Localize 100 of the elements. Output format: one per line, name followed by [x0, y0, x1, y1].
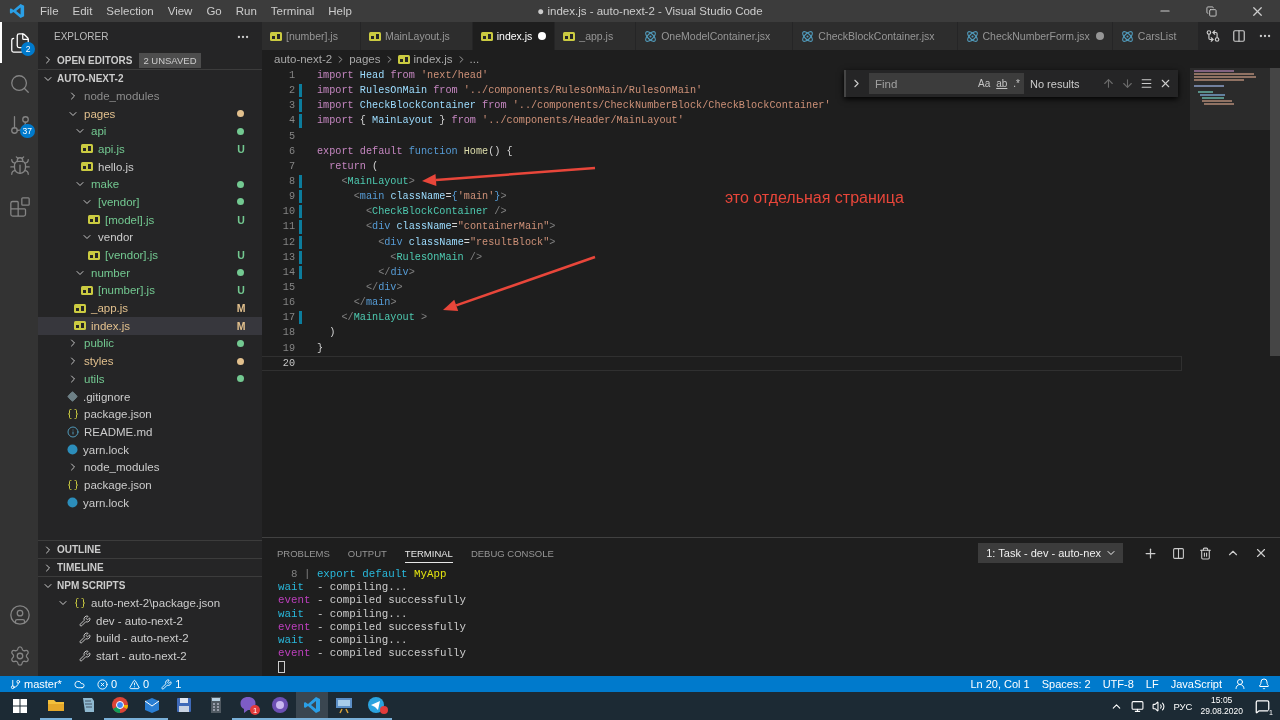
- tree-item[interactable]: yarn.lock: [38, 440, 262, 459]
- section-header[interactable]: AUTO-NEXT-2: [38, 69, 262, 87]
- tree-item[interactable]: dev - auto-next-2: [38, 611, 262, 630]
- tree-item[interactable]: yarn.lock: [38, 493, 262, 512]
- tree-item[interactable]: start - auto-next-2: [38, 647, 262, 665]
- new-terminal-button[interactable]: [1143, 545, 1158, 561]
- editor-tab[interactable]: CheckNumberForm.jsx: [957, 22, 1113, 50]
- line-number: 14: [281, 266, 295, 278]
- menu-item[interactable]: Run: [228, 5, 264, 17]
- sync-button[interactable]: [73, 678, 85, 690]
- menu-item[interactable]: Terminal: [263, 5, 322, 17]
- scrollbar-thumb[interactable]: [1270, 68, 1280, 356]
- tree-item[interactable]: [model].js U: [38, 210, 262, 229]
- language-indicator[interactable]: РУС: [1173, 700, 1193, 712]
- tasks-status[interactable]: 1: [161, 678, 182, 690]
- wrench-icon: [79, 614, 91, 627]
- editor-tab[interactable]: [number].js: [262, 22, 361, 50]
- status-item[interactable]: LF: [1145, 678, 1159, 690]
- menu-item[interactable]: View: [160, 5, 200, 17]
- status-item[interactable]: UTF-8: [1102, 678, 1134, 690]
- torrent-icon: [271, 696, 289, 714]
- tree-item[interactable]: [vendor]: [38, 193, 262, 211]
- section-header[interactable]: TIMELINE: [38, 558, 262, 576]
- menu-item[interactable]: Help: [321, 5, 359, 17]
- breadcrumb-item[interactable]: pages: [349, 53, 381, 65]
- previous-match-button[interactable]: [1102, 77, 1115, 90]
- tree-item[interactable]: build - auto-next-2: [38, 629, 262, 648]
- line-number: 7: [287, 160, 295, 172]
- editor-tab[interactable]: _app.js: [555, 22, 637, 50]
- bug-icon: [9, 154, 31, 177]
- feedback-button[interactable]: [1234, 678, 1246, 690]
- annotation-text: это отдельная страница: [725, 189, 904, 207]
- find-option[interactable]: ab: [996, 78, 1008, 89]
- find-option[interactable]: .*: [1013, 78, 1020, 89]
- editor-tab[interactable]: MainLayout.js: [360, 22, 473, 50]
- line-number: 13: [281, 251, 295, 263]
- warning-icon: [129, 678, 141, 690]
- split-editor-button[interactable]: [1232, 29, 1246, 43]
- status-item[interactable]: JavaScript: [1170, 678, 1222, 690]
- menu-item[interactable]: File: [33, 5, 66, 17]
- editor-tab[interactable]: OneModelContainer.jsx: [636, 22, 794, 50]
- tree-item[interactable]: styles: [38, 352, 262, 370]
- warnings-status[interactable]: 0: [129, 678, 150, 690]
- tree-item[interactable]: README.md: [38, 423, 262, 441]
- breadcrumb-item[interactable]: ...: [469, 53, 480, 65]
- window-title: ● index.js - auto-next-2 - Visual Studio Code: [536, 5, 763, 17]
- close-button[interactable]: [1254, 546, 1268, 560]
- menu-item[interactable]: Edit: [65, 5, 100, 17]
- tree-item[interactable]: hello.js: [38, 157, 262, 176]
- tree-item[interactable]: vendor: [38, 228, 262, 247]
- tree-item[interactable]: _app.js M: [38, 299, 262, 317]
- tree-item[interactable]: .gitignore: [38, 387, 262, 406]
- find-field[interactable]: Find Aa ab .*: [869, 73, 1024, 94]
- tree-item[interactable]: make: [38, 175, 262, 194]
- panel-tab[interactable]: DEBUG CONSOLE: [470, 543, 554, 563]
- status-item[interactable]: Ln 20, Col 1: [970, 678, 1030, 690]
- network-icon[interactable]: [1131, 699, 1145, 713]
- tree-item[interactable]: utils: [38, 370, 262, 388]
- delete-button[interactable]: [1199, 546, 1212, 560]
- editor-tab[interactable]: CheckBlockContainer.jsx: [793, 22, 958, 50]
- next-match-button[interactable]: [1121, 77, 1134, 90]
- tree-item[interactable]: index.js M: [38, 316, 262, 335]
- tree-item[interactable]: number: [38, 263, 262, 282]
- editor-tab[interactable]: CarsList: [1112, 22, 1198, 50]
- tree-item[interactable]: package.json: [38, 405, 262, 424]
- branch-status[interactable]: master*: [10, 678, 62, 690]
- breadcrumb-item[interactable]: auto-next-2: [274, 53, 333, 65]
- menu-item[interactable]: Go: [199, 5, 229, 17]
- editor-tab[interactable]: index.js: [472, 22, 556, 50]
- section-header[interactable]: OUTLINE: [38, 540, 262, 558]
- tree-item[interactable]: pages: [38, 104, 262, 123]
- tree-item[interactable]: auto-next-2\package.json: [38, 594, 262, 612]
- compare-button[interactable]: [1206, 29, 1220, 43]
- tree-item[interactable]: public: [38, 334, 262, 353]
- panel-tab[interactable]: OUTPUT: [347, 543, 387, 563]
- volume-icon[interactable]: [1152, 699, 1166, 713]
- status-item[interactable]: Spaces: 2: [1041, 678, 1091, 690]
- menu-item[interactable]: Selection: [99, 5, 161, 17]
- errors-status[interactable]: 0: [96, 678, 118, 690]
- find-in-selection-button[interactable]: [1140, 77, 1153, 90]
- tree-item[interactable]: [number].js U: [38, 281, 262, 300]
- tree-item[interactable]: api: [38, 122, 262, 141]
- panel-tab[interactable]: TERMINAL: [404, 543, 453, 563]
- split-terminal-button[interactable]: [1172, 546, 1185, 560]
- section-header[interactable]: NPM SCRIPTS: [38, 576, 262, 594]
- notifications-button[interactable]: [1258, 678, 1270, 690]
- panel-tab[interactable]: PROBLEMS: [277, 543, 330, 563]
- terminal-line: 8 | export default MyApp: [289, 568, 448, 582]
- tree-item[interactable]: package.json: [38, 476, 262, 494]
- section-header[interactable]: OPEN EDITORS 2 UNSAVED: [38, 51, 262, 69]
- clock-date: 29.08.2020: [1200, 706, 1243, 717]
- tree-item[interactable]: api.js U: [38, 140, 262, 158]
- tree-item[interactable]: node_modules: [38, 458, 262, 477]
- find-option[interactable]: Aa: [977, 78, 991, 89]
- tree-item[interactable]: node_modules: [38, 87, 262, 105]
- close-button[interactable]: [1159, 77, 1172, 90]
- activity-item[interactable]: 37: [0, 104, 38, 145]
- tree-item[interactable]: [vendor].js U: [38, 246, 262, 264]
- breadcrumb-item[interactable]: index.js: [397, 53, 453, 65]
- terminal-select[interactable]: 1: Task - dev - auto-nex: [978, 543, 1123, 563]
